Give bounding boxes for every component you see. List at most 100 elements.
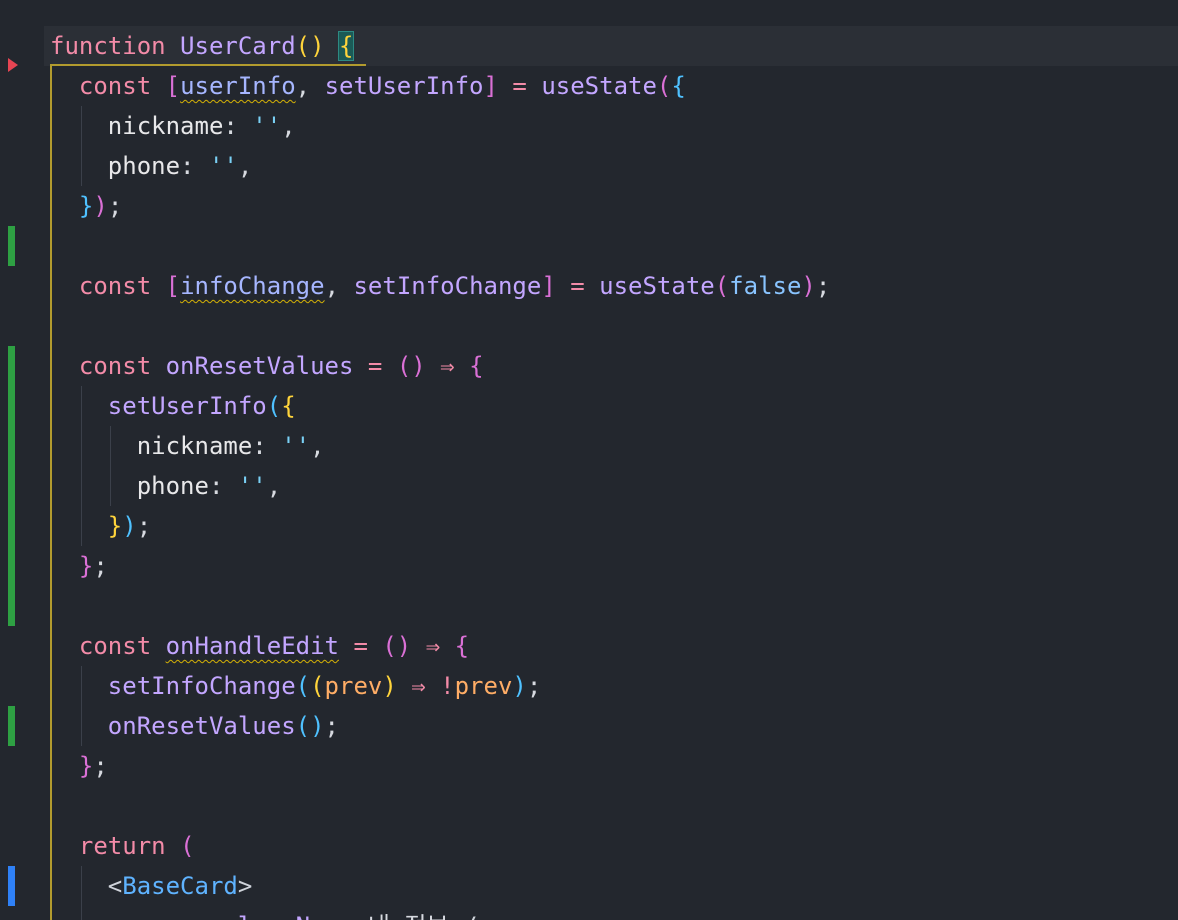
code-editor[interactable]: function UserCard() { const [userInfo, s… <box>0 0 1178 920</box>
code-token: < <box>137 912 151 920</box>
code-line[interactable]: const [infoChange, setInfoChange] = useS… <box>50 266 1178 306</box>
code-token: useState <box>599 272 715 300</box>
code-token: function <box>50 32 166 60</box>
code-area[interactable]: function UserCard() { const [userInfo, s… <box>50 26 1178 920</box>
code-line[interactable]: phone: '', <box>50 466 1178 506</box>
code-token: ( <box>310 672 325 700</box>
code-token: } <box>107 512 123 540</box>
code-token: return <box>78 832 166 860</box>
code-token: ; <box>136 512 152 540</box>
code-line[interactable] <box>50 586 1178 626</box>
code-token: const <box>78 352 152 380</box>
code-line[interactable]: setUserInfo({ <box>50 386 1178 426</box>
code-token: { <box>337 31 355 61</box>
code-token: > <box>237 872 253 900</box>
code-token: ) <box>512 672 527 700</box>
code-token: ; <box>324 712 339 740</box>
code-token: const <box>78 72 152 100</box>
code-token: span <box>151 912 209 920</box>
code-line[interactable] <box>50 306 1178 346</box>
code-token: () <box>382 632 412 660</box>
code-token: ( <box>266 392 282 420</box>
code-line[interactable] <box>50 786 1178 826</box>
code-line[interactable]: const [userInfo, setUserInfo] = useState… <box>50 66 1178 106</box>
code-line[interactable]: }); <box>50 186 1178 226</box>
code-line[interactable]: }; <box>50 546 1178 586</box>
code-token: onResetValues <box>107 712 296 740</box>
git-added-marker[interactable] <box>8 706 15 746</box>
code-line[interactable]: onResetValues(); <box>50 706 1178 746</box>
code-token: span <box>478 912 536 920</box>
code-token: onResetValues <box>165 352 354 380</box>
code-token: setUserInfo <box>107 392 267 420</box>
code-token: > <box>535 912 549 920</box>
git-modified-marker[interactable] <box>8 866 15 906</box>
code-token: ; <box>93 552 108 580</box>
code-token: ; <box>93 752 108 780</box>
code-line[interactable]: nickname: '', <box>50 426 1178 466</box>
code-line[interactable]: function UserCard() { <box>50 26 1178 66</box>
code-token: { <box>469 352 484 380</box>
code-line[interactable] <box>50 226 1178 266</box>
code-token: ) <box>93 192 108 220</box>
code-token: { <box>454 632 470 660</box>
code-token: ] <box>541 272 556 300</box>
code-token: useState <box>541 72 657 100</box>
git-added-marker[interactable] <box>8 346 15 626</box>
code-token: = <box>570 272 585 300</box>
code-token: setInfoChange <box>107 672 296 700</box>
code-token: () <box>295 32 325 60</box>
code-token: phone <box>136 472 209 500</box>
code-token: phone <box>107 152 181 180</box>
code-line[interactable]: const onResetValues = () ⇒ { <box>50 346 1178 386</box>
code-token: ( <box>295 672 311 700</box>
code-token: } <box>78 752 94 780</box>
code-token: nickname <box>107 112 224 140</box>
breakpoint-arrow-icon[interactable] <box>8 58 18 72</box>
code-line[interactable]: <BaseCard> <box>50 866 1178 906</box>
code-line[interactable]: <span className>내 정보</span> <box>50 906 1178 920</box>
code-token: ; <box>526 672 542 700</box>
code-token: [ <box>165 72 181 100</box>
git-added-marker[interactable] <box>8 226 15 266</box>
code-token: , <box>237 152 253 180</box>
code-line[interactable]: setInfoChange((prev) ⇒ !prev); <box>50 666 1178 706</box>
code-line[interactable]: phone: '', <box>50 146 1178 186</box>
code-line[interactable]: const onHandleEdit = () ⇒ { <box>50 626 1178 666</box>
code-token: ) <box>382 672 397 700</box>
code-line[interactable]: nickname: '', <box>50 106 1178 146</box>
code-line[interactable]: }); <box>50 506 1178 546</box>
code-token: : <box>223 112 253 140</box>
code-line[interactable]: return ( <box>50 826 1178 866</box>
code-token: : <box>252 432 282 460</box>
code-token: prev <box>454 672 513 700</box>
code-token: prev <box>324 672 383 700</box>
code-token: : <box>180 152 209 180</box>
code-token: , <box>295 72 325 100</box>
code-token: '' <box>252 112 282 140</box>
code-line[interactable]: }; <box>50 746 1178 786</box>
code-token: userInfo <box>180 72 296 100</box>
code-token: } <box>78 552 94 580</box>
code-token: , <box>324 272 354 300</box>
code-token: '' <box>208 152 238 180</box>
